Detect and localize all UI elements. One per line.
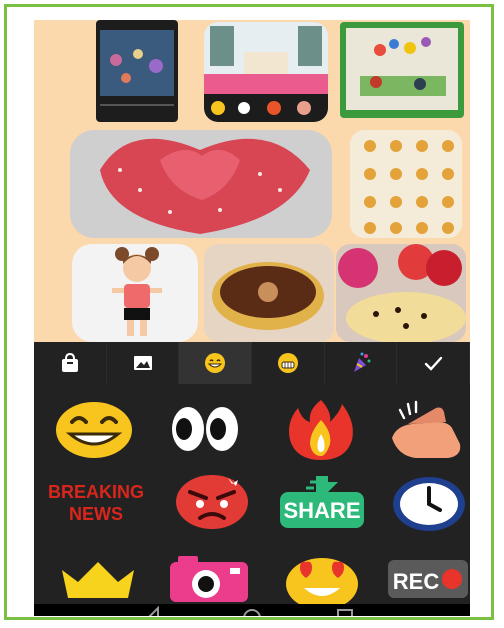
bag-icon <box>61 352 78 372</box>
home-icon[interactable] <box>243 609 261 616</box>
sticker-heart-eyes-emoji[interactable] <box>284 552 360 610</box>
sticker-fire[interactable] <box>284 398 358 462</box>
sticker-grin-emoji[interactable] <box>54 400 134 460</box>
collage-photo-editor-preview[interactable] <box>204 22 328 122</box>
breaking-news-line2: NEWS <box>69 504 123 524</box>
sticker-category-tabs <box>34 342 470 384</box>
tab-confirm[interactable] <box>397 342 470 384</box>
sticker-angry-emoji[interactable] <box>174 474 250 530</box>
recents-icon[interactable] <box>337 609 353 616</box>
android-navigation-bar <box>34 604 470 616</box>
heart-eyes-emoji-icon <box>286 558 358 610</box>
rec-icon: REC <box>388 560 468 598</box>
image-icon <box>133 356 152 370</box>
sticker-crown[interactable] <box>58 556 138 602</box>
share-icon: SHARE <box>280 476 364 528</box>
checkmark-icon <box>424 356 443 371</box>
sticker-eyes[interactable] <box>170 404 240 454</box>
eyes-icon <box>172 407 238 451</box>
collage-photo-tart[interactable] <box>204 244 334 342</box>
crown-icon <box>62 562 134 598</box>
grin-emoji-icon <box>56 402 132 458</box>
sticker-rec[interactable]: REC <box>386 558 470 600</box>
clapping-hand-icon <box>392 400 461 458</box>
teeth-emoji-icon <box>277 353 298 373</box>
clock-icon <box>393 477 465 531</box>
tab-teeth-emoji[interactable] <box>252 342 325 384</box>
camera-icon <box>170 556 248 602</box>
sticker-camera[interactable] <box>166 554 252 604</box>
collage-photo-party-pizza[interactable] <box>336 244 466 342</box>
share-sticker-label: SHARE <box>283 498 360 523</box>
sticker-clapping-hand[interactable] <box>386 400 470 462</box>
back-icon[interactable] <box>148 605 159 616</box>
collage-photo-phone-preview[interactable] <box>96 20 178 122</box>
breaking-news-icon: BREAKING NEWS <box>48 482 144 524</box>
rec-sticker-label: REC <box>393 569 440 594</box>
grin-emoji-icon <box>205 353 226 373</box>
collage-photo-heart-cake[interactable] <box>70 130 332 238</box>
sticker-clock[interactable] <box>392 476 466 532</box>
collage-photo-quilt[interactable] <box>340 22 464 118</box>
breaking-news-line1: BREAKING <box>48 482 144 502</box>
tab-grin-emoji[interactable] <box>179 342 253 384</box>
angry-emoji-icon <box>176 475 248 529</box>
fire-icon <box>289 400 353 460</box>
sticker-breaking-news[interactable]: BREAKING NEWS <box>46 480 146 524</box>
party-popper-icon <box>353 352 371 372</box>
sticker-panel: BREAKING NEWS SHARE REC <box>34 342 470 616</box>
tab-party[interactable] <box>325 342 398 384</box>
tab-image[interactable] <box>107 342 180 384</box>
collage-photo-star-cookies[interactable] <box>350 130 462 238</box>
phone-screen: BREAKING NEWS SHARE REC <box>34 20 470 616</box>
screenshot-frame: BREAKING NEWS SHARE REC <box>4 4 494 620</box>
sticker-share[interactable]: SHARE <box>276 474 368 532</box>
tab-bag[interactable] <box>34 342 107 384</box>
collage-photo-cartoon-girl[interactable] <box>72 244 198 342</box>
